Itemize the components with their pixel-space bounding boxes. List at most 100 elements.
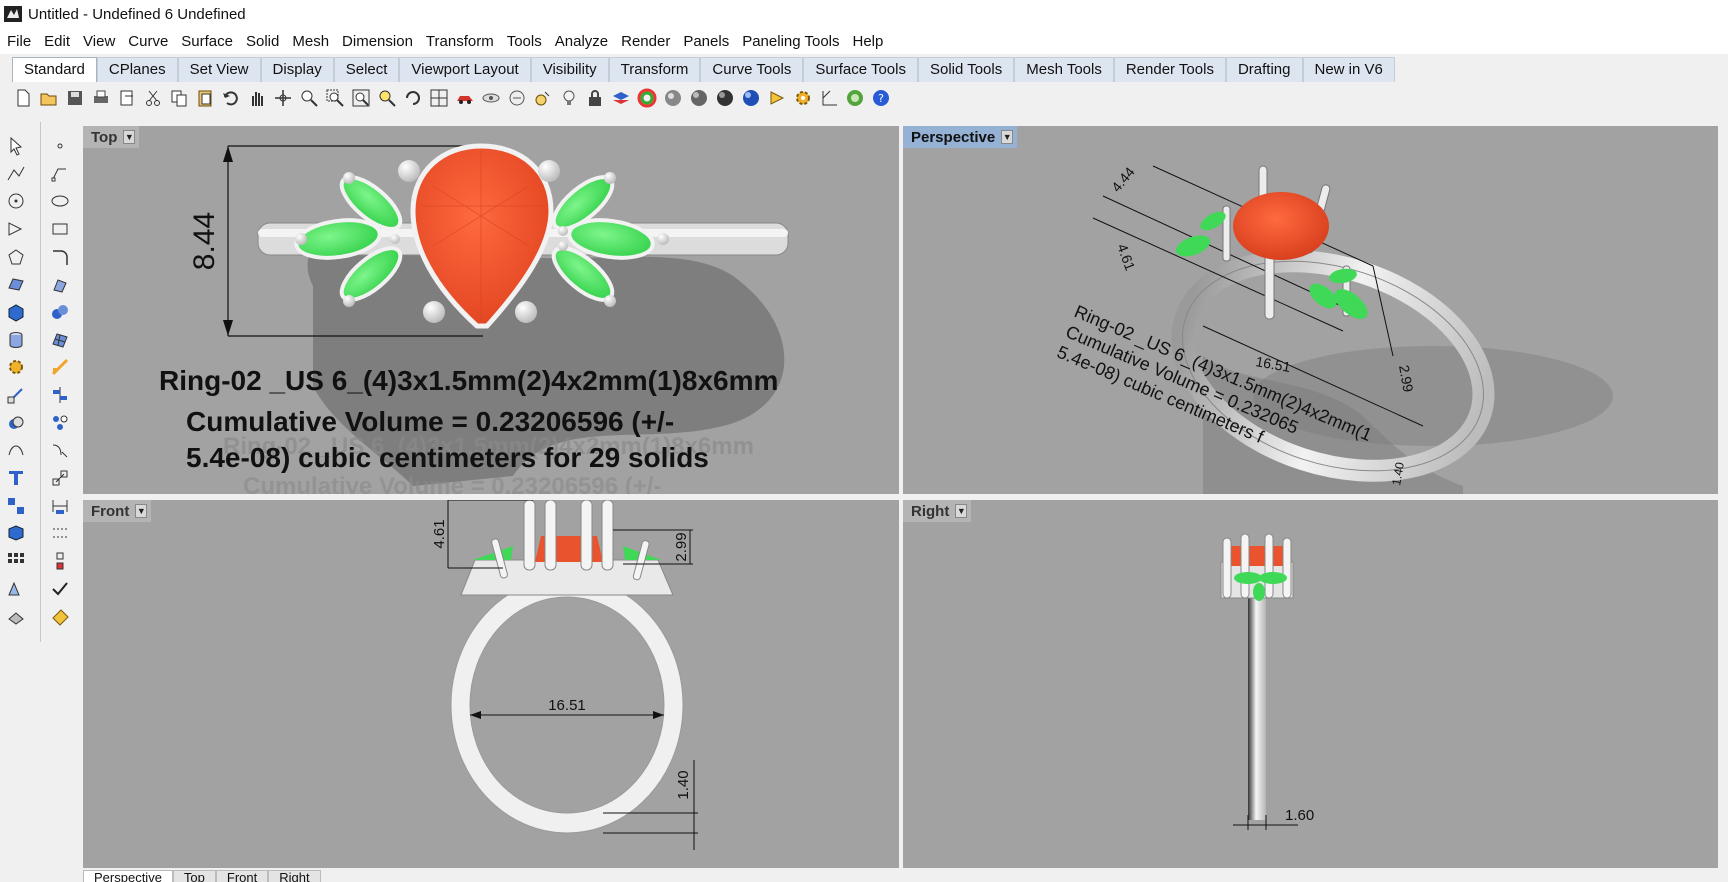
new-file-icon[interactable]: [10, 85, 36, 111]
save-icon[interactable]: [62, 85, 88, 111]
ellipse-icon[interactable]: [44, 187, 76, 215]
tab-cplanes[interactable]: CPlanes: [96, 57, 178, 82]
copy-icon[interactable]: [166, 85, 192, 111]
grid-icon[interactable]: [426, 85, 452, 111]
menu-edit[interactable]: Edit: [37, 33, 76, 50]
mesh-icon[interactable]: [44, 326, 76, 354]
dimension-icon[interactable]: [44, 492, 76, 520]
rotate-view-icon[interactable]: [400, 85, 426, 111]
zoom-window-icon[interactable]: [322, 85, 348, 111]
menu-transform[interactable]: Transform: [419, 33, 500, 50]
boolean-icon[interactable]: [0, 409, 32, 437]
viewport-front[interactable]: 4.61 2.99 16.51 1.40 Front ▼: [83, 500, 899, 868]
viewport-label-right[interactable]: Right ▼: [903, 500, 972, 522]
cplane-icon[interactable]: [816, 85, 842, 111]
menu-solid[interactable]: Solid: [239, 33, 285, 50]
paste-icon[interactable]: [192, 85, 218, 111]
menu-panels[interactable]: Panels: [676, 33, 735, 50]
ghost-sphere-icon[interactable]: [712, 85, 738, 111]
rectangle-icon[interactable]: [44, 215, 76, 243]
light-icon[interactable]: [764, 85, 790, 111]
blue-sphere-icon[interactable]: [738, 85, 764, 111]
tab-drafting[interactable]: Drafting: [1225, 57, 1303, 82]
viewport-menu-arrow-icon[interactable]: ▼: [1001, 130, 1014, 144]
block-icon[interactable]: [0, 520, 32, 548]
menu-help[interactable]: Help: [846, 33, 890, 50]
tab-standard[interactable]: Standard: [12, 57, 97, 82]
curve-cp-icon[interactable]: [44, 160, 76, 188]
menu-tools[interactable]: Tools: [500, 33, 548, 50]
tab-visibility[interactable]: Visibility: [530, 57, 609, 82]
lock-icon[interactable]: [582, 85, 608, 111]
curve-tool-icon[interactable]: [0, 437, 32, 465]
import-icon[interactable]: [114, 85, 140, 111]
menu-dimension[interactable]: Dimension: [335, 33, 419, 50]
select-arrow-icon[interactable]: [0, 132, 32, 160]
tab-set-view[interactable]: Set View: [177, 57, 261, 82]
undo-icon[interactable]: [218, 85, 244, 111]
spheres-icon[interactable]: [44, 298, 76, 326]
show-icon[interactable]: [504, 85, 530, 111]
circle-icon[interactable]: [0, 187, 32, 215]
menu-view[interactable]: View: [76, 33, 121, 50]
pan-hand-icon[interactable]: [244, 85, 270, 111]
lock-object-icon[interactable]: [530, 85, 556, 111]
tab-viewport-layout[interactable]: Viewport Layout: [399, 57, 531, 82]
viewport-menu-arrow-icon[interactable]: ▼: [123, 130, 136, 144]
scale-icon[interactable]: [44, 464, 76, 492]
arc-icon[interactable]: [0, 215, 32, 243]
viewport-label-perspective[interactable]: Perspective ▼: [903, 126, 1018, 148]
viewport-tab-perspective[interactable]: Perspective: [83, 870, 173, 882]
zoom-extents-icon[interactable]: [348, 85, 374, 111]
options-gear-icon[interactable]: [790, 85, 816, 111]
tab-solid-tools[interactable]: Solid Tools: [917, 57, 1015, 82]
point-icon[interactable]: [44, 132, 76, 160]
tab-transform[interactable]: Transform: [608, 57, 701, 82]
viewport-tab-right[interactable]: Right: [268, 870, 321, 882]
menu-render[interactable]: Render: [614, 33, 676, 50]
tab-curve-tools[interactable]: Curve Tools: [700, 57, 804, 82]
menu-surface[interactable]: Surface: [174, 33, 239, 50]
viewport-menu-arrow-icon[interactable]: ▼: [135, 504, 148, 518]
array-icon[interactable]: [0, 547, 32, 575]
menu-analyze[interactable]: Analyze: [548, 33, 614, 50]
tab-mesh-tools[interactable]: Mesh Tools: [1014, 57, 1114, 82]
menu-paneling-tools[interactable]: Paneling Tools: [735, 33, 845, 50]
viewport-label-top[interactable]: Top ▼: [83, 126, 140, 148]
align-icon[interactable]: [44, 381, 76, 409]
material-icon[interactable]: [44, 603, 76, 631]
group-icon[interactable]: [0, 492, 32, 520]
viewport-menu-arrow-icon[interactable]: ▼: [955, 504, 968, 518]
cylinder-icon[interactable]: [0, 326, 32, 354]
box-icon[interactable]: [0, 298, 32, 326]
hatch-icon[interactable]: [44, 520, 76, 548]
zoom-icon[interactable]: [296, 85, 322, 111]
tab-display[interactable]: Display: [260, 57, 334, 82]
pattern-icon[interactable]: [44, 409, 76, 437]
menu-file[interactable]: File: [0, 33, 37, 50]
tab-select[interactable]: Select: [333, 57, 400, 82]
polygon-icon[interactable]: [0, 243, 32, 271]
history-icon[interactable]: [44, 547, 76, 575]
viewport-label-front[interactable]: Front ▼: [83, 500, 152, 522]
transform-icon[interactable]: [44, 354, 76, 382]
hide-icon[interactable]: [478, 85, 504, 111]
gear-icon[interactable]: [0, 354, 32, 382]
cut-icon[interactable]: [140, 85, 166, 111]
tab-new-in-v6[interactable]: New in V6: [1302, 57, 1395, 82]
render-tool-icon[interactable]: [0, 603, 32, 631]
viewport-perspective[interactable]: 4.44 4.61 16.51 2.99 1.40 Ring-02 _US 6_…: [903, 126, 1718, 494]
analyze-icon[interactable]: [0, 575, 32, 603]
menu-curve[interactable]: Curve: [121, 33, 174, 50]
car-icon[interactable]: [452, 85, 478, 111]
menu-mesh[interactable]: Mesh: [285, 33, 335, 50]
help-icon[interactable]: ?: [868, 85, 894, 111]
surface-icon[interactable]: [0, 270, 32, 298]
circle-green-icon[interactable]: [842, 85, 868, 111]
viewport-tab-front[interactable]: Front: [215, 870, 269, 882]
fillet-icon[interactable]: [44, 243, 76, 271]
extrude-icon[interactable]: [44, 270, 76, 298]
move-icon[interactable]: [270, 85, 296, 111]
color-wheel-icon[interactable]: [634, 85, 660, 111]
bulb-icon[interactable]: [556, 85, 582, 111]
